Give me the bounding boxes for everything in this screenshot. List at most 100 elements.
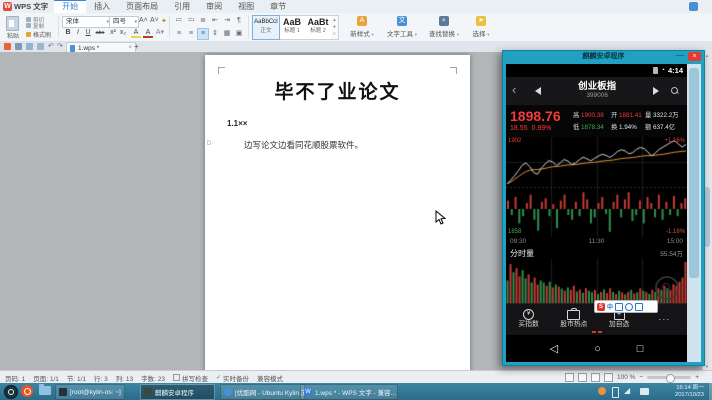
file-manager-icon[interactable] — [39, 386, 51, 395]
document-heading[interactable]: 1.1×× — [227, 119, 247, 128]
volume-icon[interactable]: ◢ — [624, 386, 630, 395]
italic-button[interactable]: I — [73, 28, 83, 38]
style-heading1[interactable]: AaB 标题 1 — [279, 16, 305, 39]
style-heading2[interactable]: AaBt 标题 2 — [305, 16, 331, 39]
close-icon[interactable]: × — [688, 52, 701, 61]
print-icon[interactable] — [37, 43, 44, 50]
number-list-button[interactable]: ≕ — [185, 15, 197, 27]
tab-section[interactable]: 章节 — [262, 0, 294, 13]
wps-logo[interactable]: W WPS 文字 — [0, 1, 54, 12]
strikethrough-button[interactable]: abc — [93, 28, 107, 38]
document-page[interactable]: 毕不了业论文 1.1×× 边写论文边看同花顺股票软件。 D· — [205, 55, 470, 370]
index-title-block[interactable]: 创业板指 399006 — [541, 82, 653, 100]
grow-font-button[interactable]: A˄ — [139, 17, 148, 24]
minimize-icon[interactable]: — — [676, 51, 684, 61]
task-android-emulator[interactable]: 麒麟安卓程序 — [140, 384, 215, 400]
language-mode-icon[interactable]: 中 — [607, 302, 613, 311]
tab-review[interactable]: 审阅 — [198, 0, 230, 13]
border-button[interactable]: ▣ — [233, 28, 245, 40]
show-desktop-button[interactable] — [708, 383, 712, 400]
task-terminal[interactable]: [root@kylin-os: ~] — [55, 384, 125, 400]
paste-button[interactable] — [6, 16, 19, 31]
status-spellcheck[interactable]: 拼写检查 — [173, 373, 208, 383]
volume-chart[interactable] — [506, 259, 687, 303]
back-chevron-icon[interactable]: ‹ — [506, 82, 521, 99]
align-justify-button[interactable]: ≡ — [197, 28, 209, 40]
text-tool-button[interactable]: 文 文字工具 ▾ — [384, 15, 420, 38]
document-body-text[interactable]: 边写论文边看同花顺股票软件。 — [227, 139, 452, 151]
save-icon[interactable] — [15, 43, 22, 50]
format-painter-button[interactable]: 格式刷 — [26, 30, 51, 39]
bullet-list-button[interactable]: ≔ — [173, 15, 185, 27]
tab-home[interactable]: 开始 — [54, 0, 86, 13]
tab-insert[interactable]: 插入 — [86, 0, 118, 13]
task-wps[interactable]: W 1.wps * - WPS 文字 - 兼容... — [300, 384, 398, 400]
decrease-indent-button[interactable]: ⇤ — [209, 15, 221, 27]
wps-menu-icon[interactable] — [4, 43, 11, 50]
style-normal[interactable]: AaBbCcI 正文 — [253, 16, 279, 39]
task-browser[interactable]: [优酷网 - Ubuntu Kylin 浏... — [220, 384, 305, 400]
shrink-font-button[interactable]: A˅ — [150, 17, 159, 24]
view-mode-3-icon[interactable] — [591, 373, 600, 382]
find-replace-button[interactable]: ⌕ 查找替换 ▾ — [426, 15, 462, 38]
nav-home-button[interactable]: ○ — [594, 343, 601, 355]
input-method-tray-icon[interactable] — [640, 388, 649, 395]
view-mode-2-icon[interactable] — [578, 373, 587, 382]
shading-button[interactable]: ▦ — [221, 28, 233, 40]
taskbar-clock[interactable]: 16:14 周一 2017/10/23 — [656, 385, 704, 398]
redo-icon[interactable]: ↷ — [57, 41, 63, 52]
nav-back-button[interactable]: ◁ — [550, 342, 558, 355]
keyboard-icon[interactable] — [615, 303, 623, 311]
start-menu-button[interactable] — [4, 385, 18, 399]
kylin-launcher-icon[interactable] — [21, 385, 33, 397]
battery-icon[interactable] — [612, 387, 619, 398]
document-title[interactable]: 毕不了业论文 — [205, 77, 470, 104]
tray-updater-icon[interactable] — [598, 387, 606, 395]
increase-indent-button[interactable]: ⇥ — [221, 15, 233, 27]
input-method-toolbar[interactable]: S 中 — [594, 300, 658, 313]
new-style-button[interactable]: A 新样式 ▾ — [346, 15, 378, 38]
clear-format-icon[interactable]: ✦ — [161, 17, 167, 25]
phone-window-titlebar[interactable]: 麒麟安卓程序 — [503, 51, 704, 63]
more-button[interactable]: ··· — [642, 315, 687, 324]
nav-recents-button[interactable]: □ — [637, 343, 644, 355]
settings-icon[interactable] — [635, 303, 643, 311]
next-stock-icon[interactable] — [653, 87, 659, 95]
font-size-select[interactable]: 四号▾ — [109, 16, 139, 28]
multilevel-list-button[interactable]: ≣ — [197, 15, 209, 27]
subscript-button[interactable]: x₂ — [118, 28, 128, 38]
tab-view[interactable]: 视图 — [230, 0, 262, 13]
emulator-scroll-thumb[interactable] — [689, 68, 699, 278]
align-center-button[interactable]: ≡ — [185, 28, 197, 40]
mic-icon[interactable] — [625, 303, 633, 311]
zoom-slider[interactable] — [647, 376, 691, 379]
highlight-color-button[interactable]: A — [131, 28, 141, 38]
line-spacing-button[interactable]: ⇕ — [209, 28, 221, 40]
tab-page-layout[interactable]: 页面布局 — [118, 0, 166, 13]
select-button[interactable]: ➤ 选择 ▾ — [468, 15, 494, 38]
status-word-count[interactable]: 字数: 23 — [141, 373, 165, 383]
styles-gallery-scroll[interactable]: ▲▼≡ — [331, 15, 339, 40]
show-marks-button[interactable]: ¶ — [233, 15, 245, 27]
zoom-out-icon[interactable]: − — [639, 374, 643, 381]
font-name-select[interactable]: 宋体▾ — [62, 16, 111, 28]
font-color-button[interactable]: A — [143, 28, 153, 38]
emulator-scroll-gutter[interactable] — [687, 64, 701, 362]
wps-account-icon[interactable] — [689, 2, 698, 11]
search-icon[interactable] — [671, 87, 679, 95]
output-icon[interactable] — [26, 43, 33, 50]
view-mode-1-icon[interactable] — [565, 373, 574, 382]
market-hotspot-button[interactable]: 股市热点 — [551, 309, 596, 329]
minute-chart[interactable]: 1902 +1.16% 1858 -1.16% — [506, 137, 687, 237]
copy-button[interactable]: 复制 — [26, 22, 44, 30]
close-document-icon[interactable]: × — [128, 45, 132, 51]
zoom-level[interactable]: 100 % — [617, 374, 635, 381]
status-backup[interactable]: ✓实时备份 — [216, 373, 249, 383]
zoom-in-icon[interactable]: + — [695, 374, 699, 381]
buy-index-button[interactable]: ¥ 买指数 — [506, 309, 551, 329]
zoom-slider-thumb[interactable] — [666, 374, 675, 383]
char-shading-button[interactable]: A▾ — [155, 28, 165, 38]
underline-button[interactable]: U — [83, 28, 93, 38]
align-left-button[interactable]: ≡ — [173, 28, 185, 40]
sogou-input-icon[interactable]: S — [597, 303, 605, 311]
